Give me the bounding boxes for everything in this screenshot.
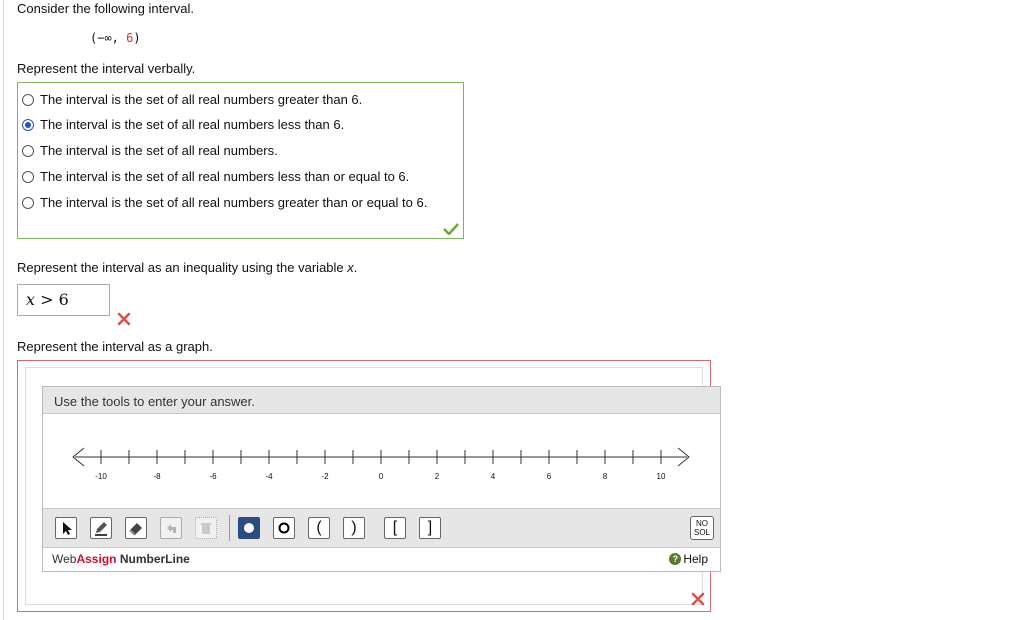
radio-button[interactable]: [22, 196, 34, 209]
x-mark-icon: [691, 592, 705, 606]
eraser-icon: [129, 523, 142, 536]
part3-prompt: Represent the interval as a graph.: [17, 339, 213, 354]
choice-5[interactable]: The interval is the set of all real numb…: [22, 195, 427, 210]
tick-label: -10: [95, 472, 107, 481]
radio-button[interactable]: [22, 170, 34, 183]
no-solution-button[interactable]: NO SOL: [690, 516, 714, 540]
choice-3[interactable]: The interval is the set of all real numb…: [22, 143, 278, 158]
pencil-tool[interactable]: [90, 517, 112, 539]
checkmark-icon: [443, 223, 459, 235]
numberline-tool: Use the tools to enter your answer. -10-…: [42, 386, 721, 572]
tick-label: -4: [265, 472, 273, 481]
part1-prompt: Represent the interval verbally.: [17, 61, 196, 76]
choices-box: The interval is the set of all real numb…: [17, 82, 464, 239]
pointer-tool[interactable]: [55, 517, 77, 539]
right-bracket-tool[interactable]: ]: [419, 517, 441, 539]
undo-icon: [167, 524, 176, 533]
eraser-tool[interactable]: [125, 517, 147, 539]
tool-header: Use the tools to enter your answer.: [43, 387, 720, 414]
webassign-logo: WebAssign NumberLine: [52, 552, 190, 566]
left-paren-tool[interactable]: (: [308, 517, 330, 539]
left-bracket-tool[interactable]: [: [384, 517, 406, 539]
pencil-icon: [95, 522, 107, 536]
tick-label: 4: [491, 472, 496, 481]
tick-label: 2: [435, 472, 440, 481]
tick-label: -2: [321, 472, 329, 481]
right-paren-tool[interactable]: ): [343, 517, 365, 539]
radio-button[interactable]: [22, 144, 34, 157]
undo-tool[interactable]: [160, 517, 182, 539]
open-dot-tool[interactable]: [273, 517, 295, 539]
help-link[interactable]: ? Help: [669, 552, 708, 566]
toolbar-divider: [229, 515, 230, 541]
tick-label: 8: [603, 472, 608, 481]
closed-dot-icon: [244, 523, 254, 533]
x-mark-icon: [117, 312, 131, 326]
pointer-icon: [63, 522, 72, 535]
tick-label: 0: [379, 472, 384, 481]
trash-tool[interactable]: [195, 517, 217, 539]
tick-label: 6: [547, 472, 552, 481]
tick-label: 10: [657, 472, 666, 481]
interval-expression: (−∞, 6): [90, 31, 141, 45]
number-line-canvas[interactable]: -10 -8 -6 -4 -2 0 2 4 6 8 10: [43, 414, 720, 508]
open-dot-icon: [278, 522, 290, 534]
radio-button[interactable]: [22, 93, 34, 106]
choice-4[interactable]: The interval is the set of all real numb…: [22, 169, 409, 184]
part2-prompt: Represent the interval as an inequality …: [17, 260, 358, 275]
toolbar: ( ) [ ] NO SOL: [43, 508, 720, 548]
help-icon: ?: [669, 553, 682, 565]
question-intro: Consider the following interval.: [17, 1, 195, 16]
radio-button-selected[interactable]: [22, 118, 34, 131]
closed-dot-tool[interactable]: [238, 517, 260, 539]
choice-2[interactable]: The interval is the set of all real numb…: [22, 117, 344, 132]
inequality-answer-field[interactable]: x > 6: [17, 284, 110, 316]
tick-label: -8: [153, 472, 161, 481]
trash-icon: [201, 523, 211, 534]
left-border: [3, 0, 4, 620]
tick-label: -6: [209, 472, 217, 481]
choice-1[interactable]: The interval is the set of all real numb…: [22, 92, 362, 107]
